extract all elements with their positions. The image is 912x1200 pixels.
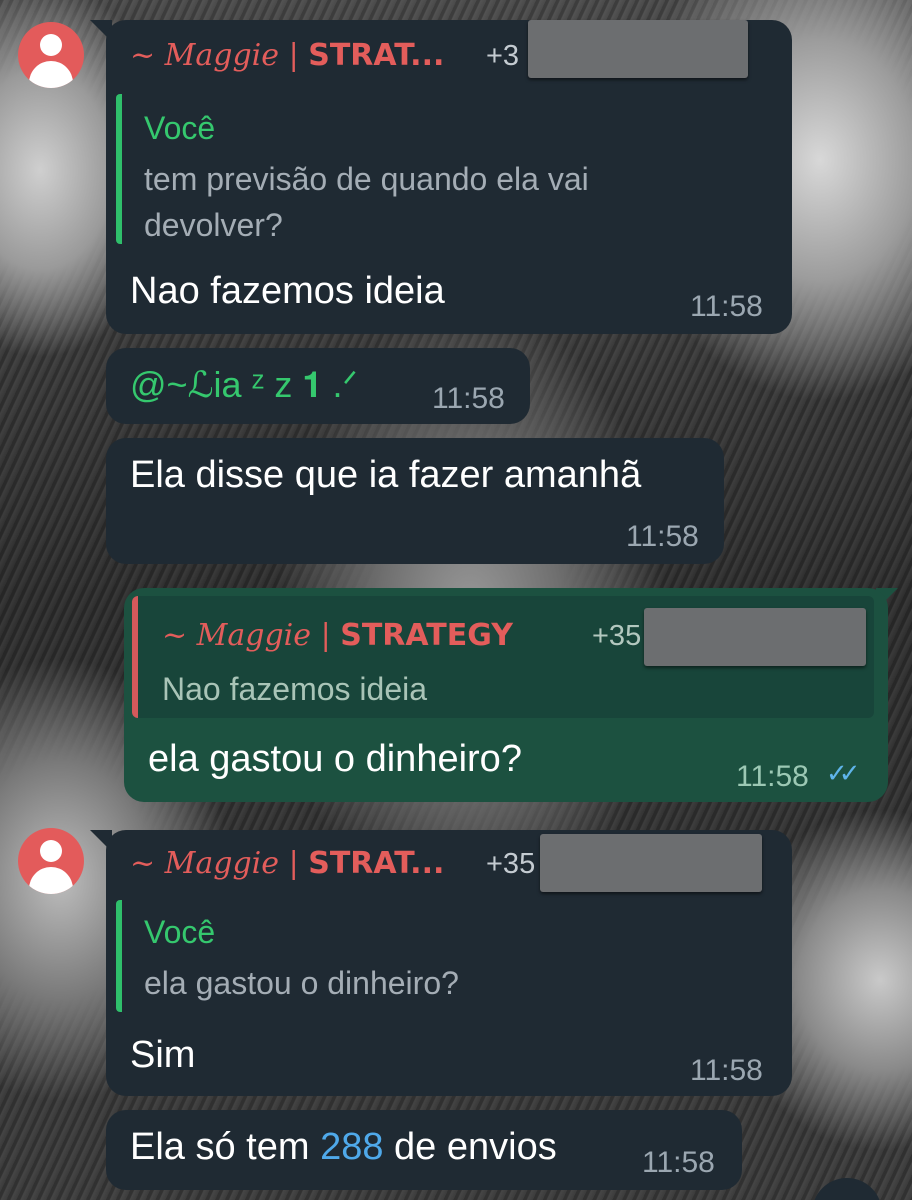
message-text: ela gastou o dinheiro? [148,738,522,780]
redaction-box [528,20,748,78]
avatar-head-shape [40,840,62,862]
message-text: Nao fazemos ideia [130,270,445,312]
sender-phone: +3 [486,40,520,72]
message-bubble-incoming[interactable]: Ela disse que ia fazer amanhã 11:58 [106,438,724,564]
avatar-body-shape [29,867,73,894]
message-bubble-incoming[interactable]: ~ Maggie | STRAT... +35 Você ela gastou … [106,830,792,1096]
reply-quote[interactable]: Você tem previsão de quando ela vai devo… [116,94,780,244]
quote-author: Você [144,110,216,146]
message-time: 11:58 [736,760,809,793]
avatar[interactable] [18,828,84,894]
message-text: Ela só tem 288 de envios [130,1126,557,1168]
quote-sender-name: ~ Maggie | STRATEGY [162,618,513,653]
reply-quote[interactable]: ~ Maggie | STRATEGY +35 Nao fazemos idei… [132,596,874,718]
message-bubble-outgoing[interactable]: ~ Maggie | STRATEGY +35 Nao fazemos idei… [124,588,888,802]
quote-text: tem previsão de quando ela vai devolver? [144,161,589,243]
sender-name[interactable]: ~ Maggie | STRAT... [130,846,444,881]
avatar-head-shape [40,34,62,56]
message-time: 11:58 [626,520,699,553]
message-time: 11:58 [642,1146,715,1179]
message-time: 11:58 [432,382,505,415]
double-check-icon: ✓✓ [826,758,860,788]
reply-quote[interactable]: Você ela gastou o dinheiro? [116,900,780,1012]
avatar-body-shape [29,61,73,88]
redaction-box [644,608,866,666]
avatar[interactable] [18,22,84,88]
mention-link[interactable]: @~ℒia ᶻ z 𝟏 .ᐟ [130,364,358,407]
message-text: Ela disse que ia fazer amanhã [130,454,642,496]
redaction-box [540,834,762,892]
quote-author: Você [144,914,216,950]
number-link[interactable]: 288 [320,1126,383,1168]
sender-phone: +35 [486,848,536,880]
message-text: Sim [130,1034,196,1076]
message-bubble-incoming[interactable]: @~ℒia ᶻ z 𝟏 .ᐟ 11:58 [106,348,530,424]
quote-sender-phone: +35 [592,620,642,652]
message-bubble-incoming[interactable]: ~ Maggie | STRAT... +3 Você tem previsão… [106,20,792,334]
message-time: 11:58 [690,1054,763,1087]
message-time: 11:58 [690,290,763,323]
message-bubble-incoming[interactable]: Ela só tem 288 de envios 11:58 [106,1110,742,1190]
quote-text: Nao fazemos ideia [162,671,428,707]
quote-text: ela gastou o dinheiro? [144,965,459,1001]
sender-name[interactable]: ~ Maggie | STRAT... [130,38,444,73]
